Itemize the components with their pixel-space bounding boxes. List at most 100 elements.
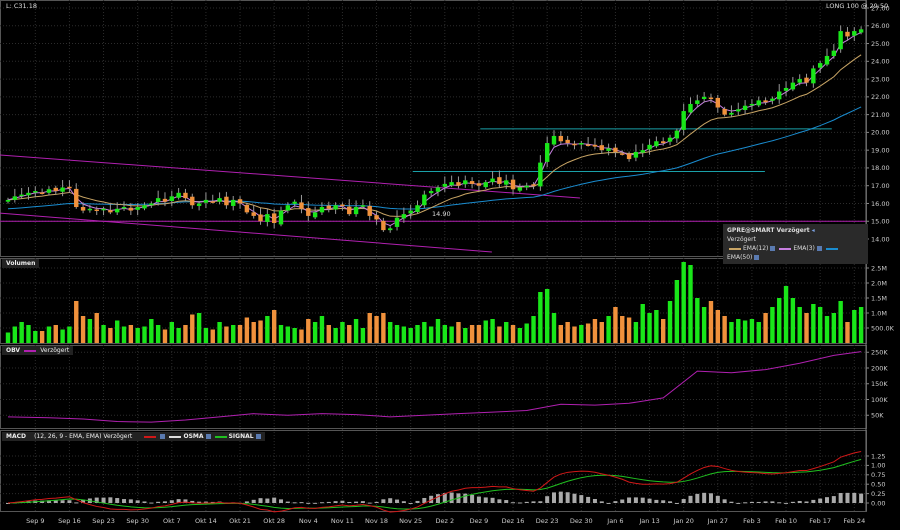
volume-panel-title: Volumen: [2, 259, 40, 268]
price-tick-label: 19.00: [871, 146, 890, 154]
osma-bar: [797, 500, 802, 503]
candle-body: [408, 210, 413, 214]
session-label: LONG 100 @ 29:50: [826, 2, 889, 10]
candle-body: [811, 68, 816, 84]
ema50-legend[interactable]: EMA(50): [727, 254, 752, 261]
volume-bar: [524, 323, 529, 343]
volume-tick-label: 1.5M: [871, 294, 887, 302]
macd-tick-label: 0.50: [871, 481, 885, 489]
candle-body: [599, 145, 604, 151]
candle-body: [783, 87, 789, 91]
osma-bar: [708, 493, 713, 503]
volume-bar: [135, 328, 140, 343]
candle-body: [463, 180, 468, 185]
ema50-toggle-icon[interactable]: [754, 255, 760, 260]
settings-icon[interactable]: ◂: [812, 227, 815, 234]
volume-bar: [115, 320, 120, 343]
stock-chart: Sep 9 Sep 16 Sep 23 Sep 30 Okt 7 Okt 14 Okt 21…: [0, 0, 895, 525]
ema3-legend[interactable]: EMA(3): [793, 245, 815, 252]
osma-bar: [702, 492, 707, 503]
candle-body: [688, 103, 693, 113]
price-legend-subtitle: Verzögert: [727, 236, 756, 243]
osma-bar: [736, 502, 741, 504]
x-tick-label: Okt 28: [263, 517, 285, 525]
volume-bar: [39, 331, 45, 343]
volume-bar: [688, 265, 693, 343]
osma-bar: [647, 498, 652, 503]
osma-bar: [258, 498, 263, 503]
candle-body: [469, 181, 475, 184]
volume-bar: [101, 325, 106, 343]
candle-body: [749, 103, 755, 106]
x-tick-label: Feb 24: [843, 517, 865, 525]
signal-toggle-icon[interactable]: [255, 434, 261, 439]
osma-bar: [818, 498, 823, 503]
volume-bar: [374, 316, 379, 343]
candle-body: [538, 162, 543, 187]
osma-bar: [333, 501, 338, 503]
price-tick-label: 23.00: [871, 75, 890, 83]
osma-bar: [285, 501, 290, 503]
osma-bar: [415, 500, 420, 503]
osma-legend[interactable]: OSMA: [183, 433, 203, 440]
obv-tick-label: 200K: [871, 364, 888, 372]
x-tick-label: Sep 30: [126, 517, 149, 525]
obv-title: OBV: [6, 347, 21, 354]
candle-body: [183, 192, 188, 199]
osma-bar: [688, 495, 693, 503]
macd-toggle-icon[interactable]: [160, 434, 166, 439]
osma-bar: [681, 499, 686, 503]
candle-body: [94, 209, 99, 212]
x-tick-label: Feb 3: [743, 517, 761, 525]
volume-bar: [736, 319, 741, 343]
volume-bar: [237, 325, 243, 343]
volume-bar: [162, 329, 168, 343]
x-tick-label: Dez 16: [502, 517, 525, 525]
price-tick-label: 24.00: [871, 58, 890, 66]
obv-tick-label: 150K: [871, 380, 888, 388]
ema12-legend[interactable]: EMA(12): [743, 245, 768, 252]
volume-bar: [797, 307, 802, 343]
candle-body: [633, 151, 639, 158]
volume-bar: [483, 320, 488, 343]
osma-bar: [244, 501, 249, 503]
candle-body: [449, 182, 454, 186]
osma-bar: [790, 501, 795, 503]
osma-bar: [340, 500, 345, 503]
ema3-toggle-icon[interactable]: [816, 246, 822, 251]
osma-bar: [115, 498, 120, 503]
volume-bar: [442, 325, 447, 343]
volume-bar: [360, 328, 366, 343]
osma-bar: [149, 502, 154, 504]
x-tick-label: Okt 7: [163, 517, 181, 525]
candle-body: [224, 196, 229, 206]
candle-body: [258, 214, 263, 222]
candle-body: [312, 212, 318, 218]
signal-legend[interactable]: SIGNAL: [229, 433, 254, 440]
price-legend: GPRE@SMART Verzögert ◂ Verzögert EMA(12)…: [723, 224, 868, 264]
osma-bar: [504, 500, 509, 503]
volume-bar: [715, 310, 720, 343]
x-tick-label: Nov 18: [365, 517, 388, 525]
candle-body: [265, 214, 270, 222]
osma-bar: [326, 501, 331, 503]
x-tick-label: Nov 11: [331, 517, 354, 525]
osma-bar: [401, 501, 406, 503]
candle-body: [620, 153, 625, 155]
osma-bar: [374, 501, 379, 503]
ema12-toggle-icon[interactable]: [770, 246, 776, 251]
volume-bar: [449, 326, 454, 343]
candle-body: [681, 111, 686, 130]
osma-bar: [674, 502, 679, 504]
volume-bar: [155, 325, 161, 343]
osma-toggle-icon[interactable]: [205, 434, 211, 439]
osma-bar: [74, 502, 79, 504]
volume-bar: [176, 328, 181, 343]
x-tick-label: Jan 27: [707, 517, 728, 525]
osma-bar: [852, 492, 857, 503]
osma-bar: [558, 491, 563, 503]
osma-bar: [67, 500, 72, 503]
price-tick-label: 14.00: [871, 235, 890, 243]
osma-bar: [538, 501, 543, 503]
trendline-lower-channel: [0, 212, 492, 253]
